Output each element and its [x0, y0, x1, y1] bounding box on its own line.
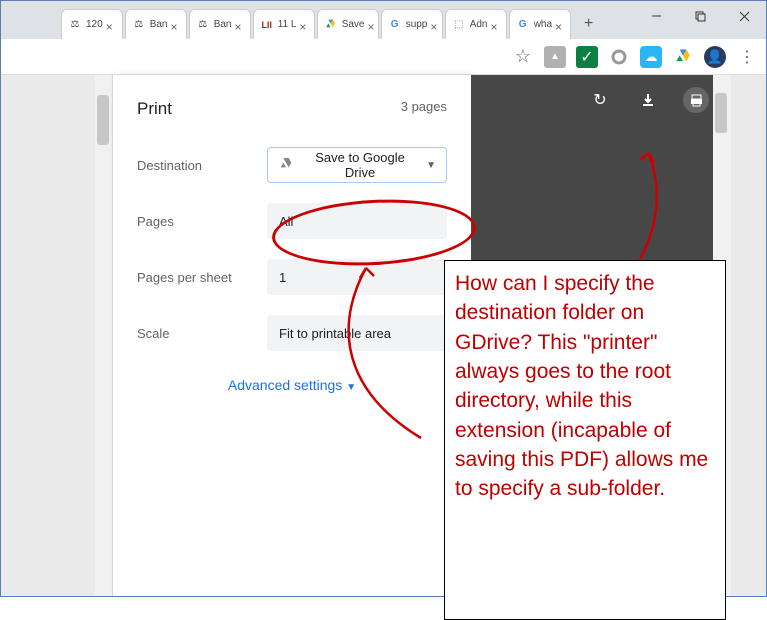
chevron-down-icon: ▼ [426, 160, 436, 171]
destination-label: Destination [137, 158, 267, 173]
google-icon: G [388, 18, 402, 32]
new-tab-button[interactable]: + [577, 12, 601, 36]
annotation-text: How can I specify the destination folder… [455, 272, 708, 500]
tab-label: Adn [470, 19, 488, 30]
scroll-thumb[interactable] [97, 95, 109, 145]
tab-label: Save [342, 19, 365, 30]
drive-icon [278, 156, 294, 175]
browser-tab[interactable]: Save× [317, 9, 379, 39]
reload-icon[interactable]: ↻ [587, 87, 613, 113]
destination-select[interactable]: Save to Google Drive ▼ [267, 147, 447, 183]
close-icon[interactable]: × [299, 20, 307, 30]
drive-icon [324, 18, 338, 32]
pps-label: Pages per sheet [137, 270, 267, 285]
cloud-icon[interactable]: ☁ [640, 46, 662, 68]
window-controls [634, 1, 766, 31]
browser-tab[interactable]: ⚖ 120× [61, 9, 123, 39]
close-icon[interactable]: × [555, 20, 564, 30]
scales-icon: ⚖ [132, 18, 146, 32]
minimize-button[interactable] [634, 1, 678, 31]
pages-label: Pages [137, 214, 267, 229]
maximize-button[interactable] [678, 1, 722, 31]
browser-tab[interactable]: ⚖ Ban× [189, 9, 251, 39]
tab-label: 11 L [278, 19, 297, 30]
close-icon[interactable]: × [430, 20, 437, 30]
tab-label: wha [534, 19, 552, 30]
browser-tab[interactable]: ⬚ Adn× [445, 9, 507, 39]
close-icon[interactable]: × [106, 20, 116, 30]
scales-icon: ⚖ [68, 18, 82, 32]
page-count: 3 pages [401, 99, 447, 119]
scrollbar-left[interactable] [95, 75, 113, 596]
content-area: Print 3 pages Destination Save to Google… [1, 75, 766, 596]
close-icon[interactable]: × [170, 20, 179, 30]
scale-label: Scale [137, 326, 267, 341]
scroll-thumb[interactable] [715, 93, 727, 133]
tab-strip: ⚖120× ⚖Ban× ⚖Ban× LII11 L× Save× Gsupp× … [1, 1, 766, 39]
print-dialog: Print 3 pages Destination Save to Google… [113, 75, 471, 596]
adobe-icon[interactable]: ▲ [544, 46, 566, 68]
download-icon[interactable] [635, 87, 661, 113]
tab-label: Ban [150, 19, 168, 30]
browser-tab[interactable]: Gsupp× [381, 9, 443, 39]
close-window-button[interactable] [722, 1, 766, 31]
close-icon[interactable]: × [367, 20, 374, 30]
bookmark-star-icon[interactable]: ☆ [512, 46, 534, 68]
avatar-icon[interactable]: 👤 [704, 46, 726, 68]
close-icon[interactable]: × [234, 20, 243, 30]
admin-icon: ⬚ [452, 18, 466, 32]
chevron-down-icon: ▼ [346, 382, 356, 393]
drive-extension-icon[interactable] [672, 46, 694, 68]
scale-select[interactable]: Fit to printable area [267, 315, 447, 351]
annotation-textbox: How can I specify the destination folder… [444, 260, 726, 620]
print-icon[interactable] [683, 87, 709, 113]
tab-label: Ban [214, 19, 232, 30]
print-title: Print [137, 99, 172, 119]
advanced-settings-link[interactable]: Advanced settings ▼ [113, 361, 471, 409]
tab-label: 120 [86, 19, 103, 30]
google-icon: G [516, 18, 530, 32]
browser-tab[interactable]: LII 11 L× [253, 9, 315, 39]
checkmark-icon[interactable]: ✓ [576, 46, 598, 68]
menu-icon[interactable]: ⋮ [736, 46, 758, 68]
toolbar: ☆ ▲ ✓ ☁ 👤 ⋮ [1, 39, 766, 75]
tab-label: supp [406, 19, 428, 30]
ring-icon[interactable] [608, 46, 630, 68]
scales-icon: ⚖ [196, 18, 210, 32]
lii-icon: LII [260, 18, 274, 32]
browser-tab[interactable]: Gwha× [509, 9, 571, 39]
destination-value: Save to Google Drive [302, 150, 418, 180]
pps-select[interactable]: 1 [267, 259, 447, 295]
pages-select[interactable]: All [267, 203, 447, 239]
browser-tab[interactable]: ⚖ Ban× [125, 9, 187, 39]
close-icon[interactable]: × [490, 20, 499, 30]
